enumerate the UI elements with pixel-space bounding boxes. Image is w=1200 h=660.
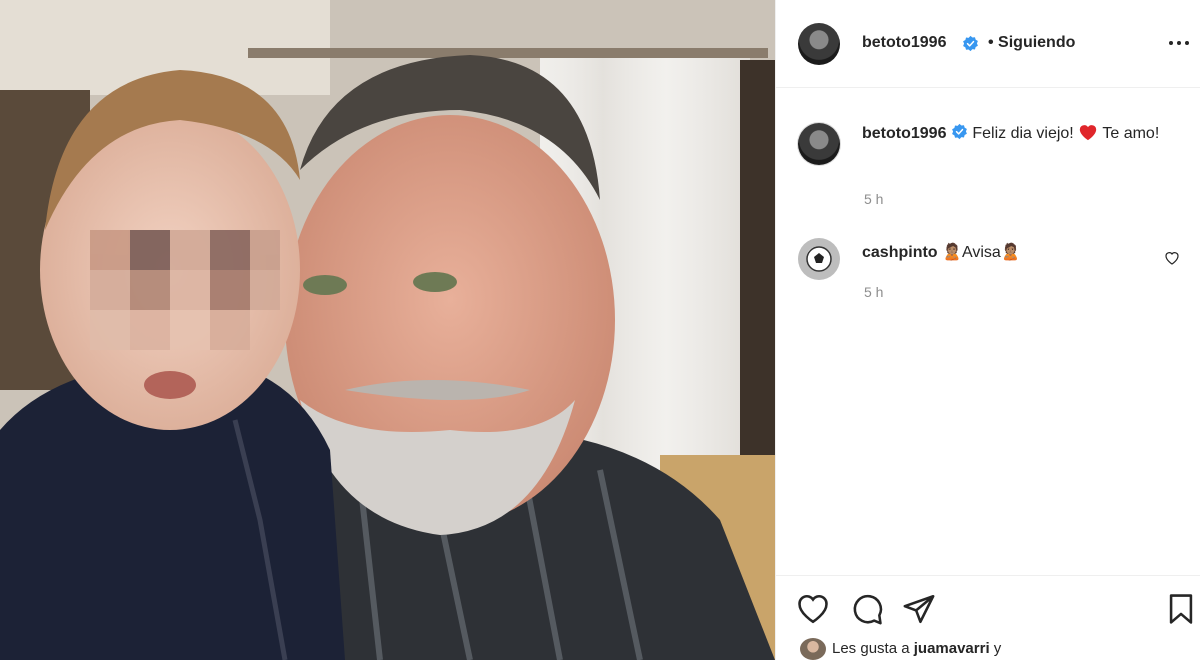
comment-username[interactable]: cashpinto <box>862 244 938 261</box>
photo-illustration <box>0 0 775 660</box>
soccer-ball-icon <box>806 246 832 272</box>
likes-suffix: y <box>993 640 1002 657</box>
likes-summary: Les gusta a juamavarri y <box>832 640 1001 657</box>
caption-username[interactable]: betoto1996 <box>862 125 946 142</box>
likes-user[interactable]: juamavarri <box>914 640 990 657</box>
owner-username[interactable]: betoto1996 <box>862 34 946 52</box>
comment-text: 🙎🏽Avisa🙎🏽 <box>942 244 1021 261</box>
more-options-icon[interactable] <box>1169 36 1191 50</box>
comment-bubble-icon[interactable] <box>850 592 884 626</box>
liker-avatar[interactable] <box>800 638 826 660</box>
commenter-avatar[interactable] <box>798 238 840 280</box>
like-heart-icon[interactable] <box>796 592 830 626</box>
caption-avatar[interactable] <box>798 123 840 165</box>
instagram-post: betoto1996 • Siguiendo betoto1996 Feliz … <box>0 0 1200 660</box>
post-photo[interactable] <box>0 0 775 660</box>
save-bookmark-icon[interactable] <box>1164 592 1198 626</box>
like-comment-heart-icon[interactable] <box>1164 250 1180 266</box>
likes-prefix: Les gusta a <box>832 640 910 657</box>
caption-text-2: Te amo! <box>1102 125 1160 142</box>
post-side-panel: betoto1996 • Siguiendo betoto1996 Feliz … <box>775 0 1200 660</box>
caption-text-1: Feliz dia viejo! <box>972 125 1074 142</box>
verified-badge-icon <box>952 123 967 140</box>
follow-status[interactable]: • Siguiendo <box>988 34 1075 52</box>
caption-body: betoto1996 Feliz dia viejo! Te amo! <box>862 121 1182 146</box>
comment-body: cashpinto 🙎🏽Avisa🙎🏽 <box>862 240 1162 265</box>
comment-time[interactable]: 5 h <box>864 284 883 300</box>
verified-badge-icon <box>963 35 978 52</box>
post-header: betoto1996 • Siguiendo <box>776 0 1200 88</box>
share-send-icon[interactable] <box>902 592 936 626</box>
red-heart-emoji-icon <box>1080 125 1097 141</box>
follow-status-label: Siguiendo <box>998 34 1076 51</box>
caption-time[interactable]: 5 h <box>864 191 883 207</box>
owner-avatar[interactable] <box>798 23 840 65</box>
